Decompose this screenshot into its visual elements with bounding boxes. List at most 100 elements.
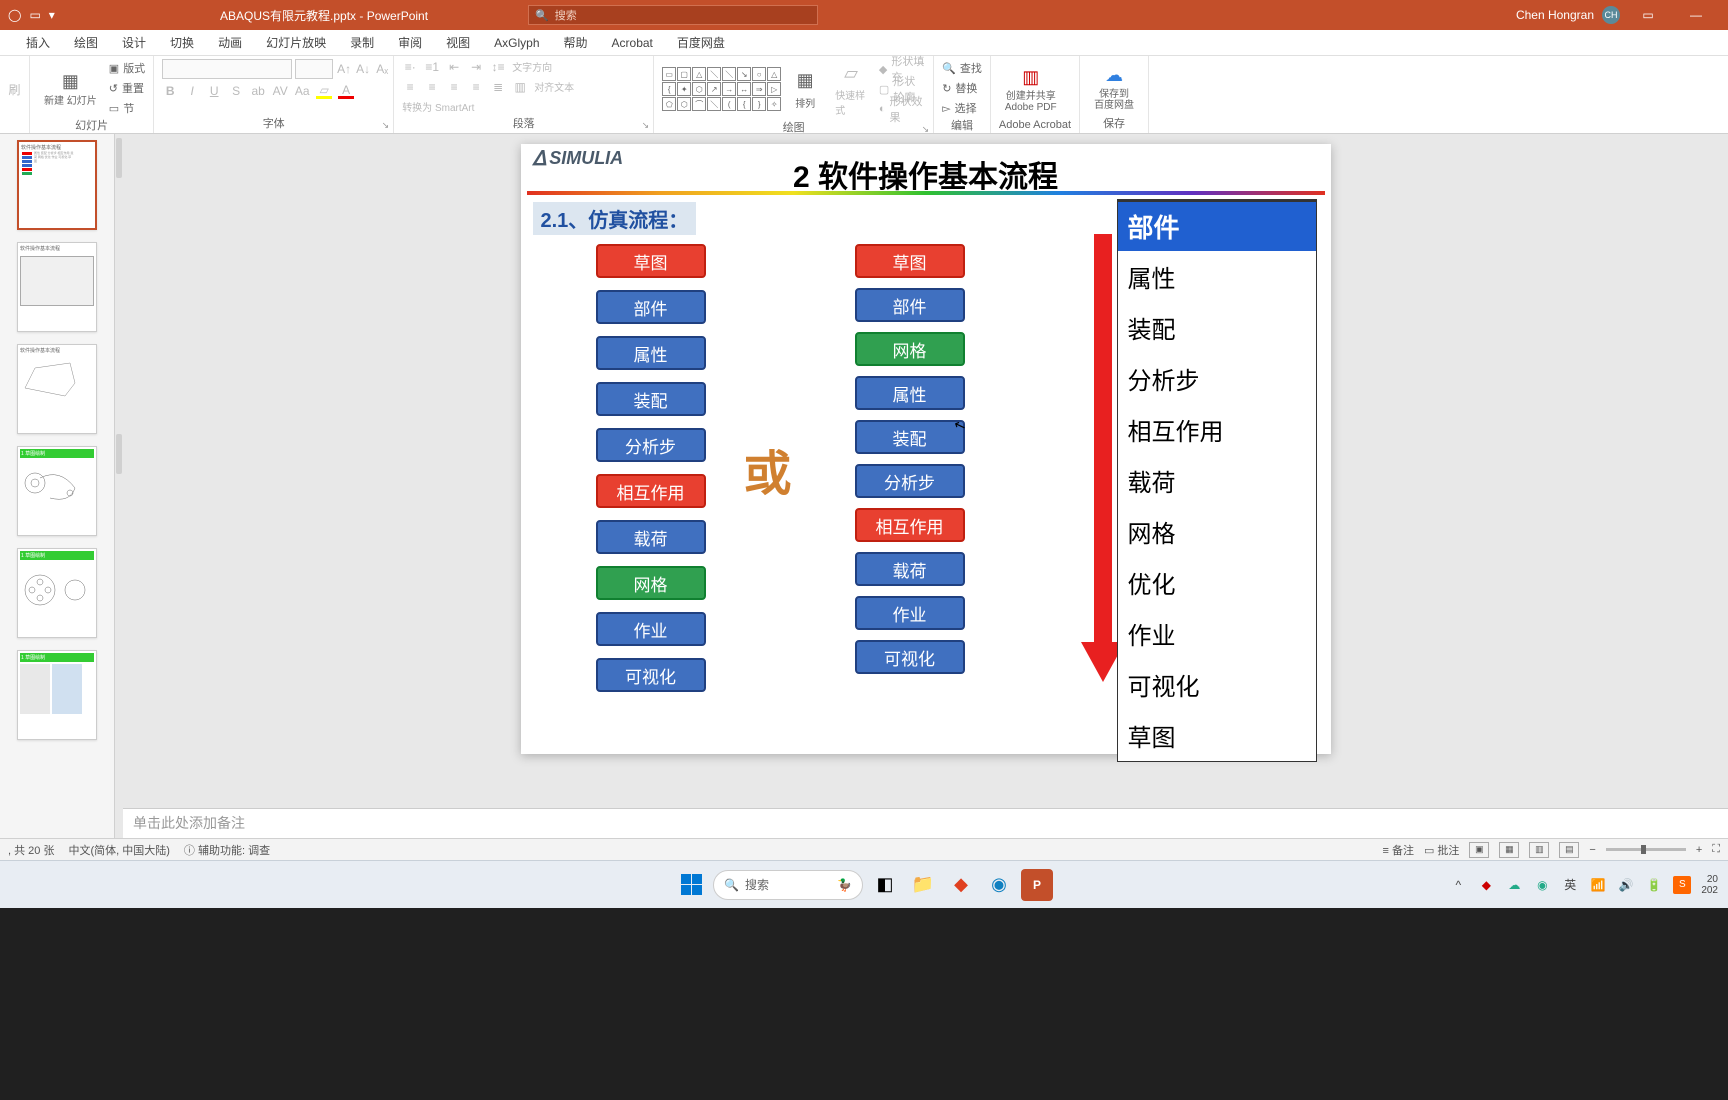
create-share-pdf-button[interactable]: ▥ 创建并共享Adobe PDF <box>999 63 1063 115</box>
spacing-icon[interactable]: AV <box>272 83 288 99</box>
tab-review[interactable]: 审阅 <box>386 30 434 56</box>
tab-design[interactable]: 设计 <box>110 30 158 56</box>
zoom-out-icon[interactable]: − <box>1589 844 1595 856</box>
tab-animations[interactable]: 动画 <box>206 30 254 56</box>
thumbnail-1[interactable]: 软件操作基本流程属性 装配 分析步 相互作用 载荷 网格 优化 作业 可视化 草… <box>17 140 97 230</box>
thumbnail-4[interactable]: 1 草图绘制 <box>17 446 97 536</box>
shape-effects-button[interactable]: ◐形状效果 <box>879 100 925 118</box>
select-button[interactable]: ▻选择 <box>942 99 982 117</box>
thumbnail-3[interactable]: 软件操作基本流程 <box>17 344 97 434</box>
clock[interactable]: 20202 <box>1701 874 1718 896</box>
start-button[interactable] <box>675 869 707 901</box>
tab-slideshow[interactable]: 幻灯片放映 <box>254 30 338 56</box>
wifi-icon[interactable]: 📶 <box>1589 876 1607 894</box>
shadow-icon[interactable]: ab <box>250 83 266 99</box>
increase-font-icon[interactable]: A↑ <box>336 61 352 77</box>
autosave-icon[interactable]: ◯ <box>8 8 21 22</box>
shape-gallery[interactable]: ▭▢△＼＼↘○△ {✦⬡↗→↔⇒▷ ⬠⬡⌒＼({}✧ <box>662 67 781 111</box>
highlight-icon[interactable]: ▱ <box>316 83 332 99</box>
reading-view-icon[interactable]: ▥ <box>1529 842 1549 858</box>
tab-acrobat[interactable]: Acrobat <box>600 30 665 56</box>
onedrive-icon[interactable]: ☁ <box>1505 876 1523 894</box>
smartart-button[interactable]: 转换为 SmartArt <box>402 99 474 114</box>
qat-more-icon[interactable]: ▾ <box>49 8 55 22</box>
save-baidu-button[interactable]: ☁ 保存到百度网盘 <box>1088 61 1140 113</box>
tab-baidu[interactable]: 百度网盘 <box>665 30 737 56</box>
text-direction-button[interactable]: 文字方向 <box>512 59 552 75</box>
font-launcher-icon[interactable]: ↘ <box>382 120 390 131</box>
explorer-icon[interactable]: 📁 <box>907 869 939 901</box>
justify-icon[interactable]: ≡ <box>468 79 484 95</box>
notes-pane[interactable]: 单击此处添加备注 <box>123 808 1728 838</box>
bold-icon[interactable]: B <box>162 83 178 99</box>
app-icon[interactable]: ◆ <box>945 869 977 901</box>
powerpoint-icon[interactable]: P <box>1021 869 1053 901</box>
tab-record[interactable]: 录制 <box>338 30 386 56</box>
splitter-handle-icon[interactable] <box>116 138 122 178</box>
ribbon-display-icon[interactable]: ▭ <box>1628 8 1668 22</box>
tab-help[interactable]: 帮助 <box>552 30 600 56</box>
section-button[interactable]: ▭节 <box>109 99 145 117</box>
align-left-icon[interactable]: ≡ <box>402 79 418 95</box>
line-spacing-icon[interactable]: ↕≡ <box>490 59 506 75</box>
zoom-slider[interactable] <box>1606 848 1686 851</box>
font-color-icon[interactable]: A <box>338 83 354 99</box>
taskbar-search[interactable]: 🔍搜索🦆 <box>713 870 863 900</box>
align-text-button[interactable]: 对齐文本 <box>534 79 574 95</box>
replace-button[interactable]: ↻替换 <box>942 79 982 97</box>
align-right-icon[interactable]: ≡ <box>446 79 462 95</box>
italic-icon[interactable]: I <box>184 83 200 99</box>
quick-style-button[interactable]: ▱快速样式 <box>829 59 873 119</box>
tab-axglyph[interactable]: AxGlyph <box>482 30 551 56</box>
bullets-icon[interactable]: ≡· <box>402 59 418 75</box>
find-button[interactable]: 🔍查找 <box>942 59 982 77</box>
para-launcher-icon[interactable]: ↘ <box>642 120 650 131</box>
splitter-handle-icon[interactable] <box>116 434 122 474</box>
ime-icon[interactable]: 英 <box>1561 876 1579 894</box>
font-size-input[interactable] <box>295 59 333 79</box>
normal-view-icon[interactable]: ▣ <box>1469 842 1489 858</box>
tab-draw[interactable]: 绘图 <box>62 30 110 56</box>
layout-button[interactable]: ▣版式 <box>109 59 145 77</box>
slideshow-view-icon[interactable]: ▤ <box>1559 842 1579 858</box>
align-center-icon[interactable]: ≡ <box>424 79 440 95</box>
draw-launcher-icon[interactable]: ↘ <box>922 124 930 135</box>
presentation-icon[interactable]: ▭ <box>29 8 40 22</box>
tab-transitions[interactable]: 切换 <box>158 30 206 56</box>
strike-icon[interactable]: S <box>228 83 244 99</box>
zoom-in-icon[interactable]: + <box>1696 844 1702 856</box>
font-family-input[interactable] <box>162 59 292 79</box>
sogou-icon[interactable]: S <box>1673 876 1691 894</box>
language[interactable]: 中文(简体, 中国大陆) <box>68 842 169 858</box>
decrease-font-icon[interactable]: A↓ <box>355 61 371 77</box>
volume-icon[interactable]: 🔊 <box>1617 876 1635 894</box>
clear-format-icon[interactable]: Aₓ <box>374 61 390 77</box>
sorter-view-icon[interactable]: ▦ <box>1499 842 1519 858</box>
avatar[interactable]: CH <box>1602 6 1620 24</box>
edge-icon[interactable]: ◉ <box>983 869 1015 901</box>
tray-app2-icon[interactable]: ◉ <box>1533 876 1551 894</box>
notes-button[interactable]: ≡ 备注 <box>1382 842 1413 858</box>
thumbnail-5[interactable]: 1 草图绘制 <box>17 548 97 638</box>
case-icon[interactable]: Aa <box>294 83 310 99</box>
indent-inc-icon[interactable]: ⇥ <box>468 59 484 75</box>
battery-icon[interactable]: 🔋 <box>1645 876 1663 894</box>
distribute-icon[interactable]: ≣ <box>490 79 506 95</box>
columns-icon[interactable]: ▥ <box>512 79 528 95</box>
underline-icon[interactable]: U <box>206 83 222 99</box>
tab-view[interactable]: 视图 <box>434 30 482 56</box>
search-box[interactable]: 🔍 搜索 <box>528 5 818 25</box>
format-painter-icon[interactable]: 刷 <box>8 81 21 97</box>
indent-dec-icon[interactable]: ⇤ <box>446 59 462 75</box>
minimize-icon[interactable]: — <box>1676 8 1716 22</box>
reset-button[interactable]: ↺重置 <box>109 79 145 97</box>
taskview-icon[interactable]: ◧ <box>869 869 901 901</box>
tab-insert[interactable]: 插入 <box>14 30 62 56</box>
numbering-icon[interactable]: ≡1 <box>424 59 440 75</box>
slide-canvas[interactable]: ᐃSIMULIA 2 软件操作基本流程 2.1、仿真流程： 草图部件属性装配分析… <box>123 134 1728 808</box>
pane-splitter[interactable] <box>115 134 123 838</box>
fit-window-icon[interactable]: ⛶ <box>1712 843 1720 856</box>
thumbnail-2[interactable]: 软件操作基本流程 <box>17 242 97 332</box>
new-slide-button[interactable]: ▦ 新建 幻灯片 <box>38 68 103 109</box>
thumbnail-pane[interactable]: 软件操作基本流程属性 装配 分析步 相互作用 载荷 网格 优化 作业 可视化 草… <box>0 134 115 838</box>
